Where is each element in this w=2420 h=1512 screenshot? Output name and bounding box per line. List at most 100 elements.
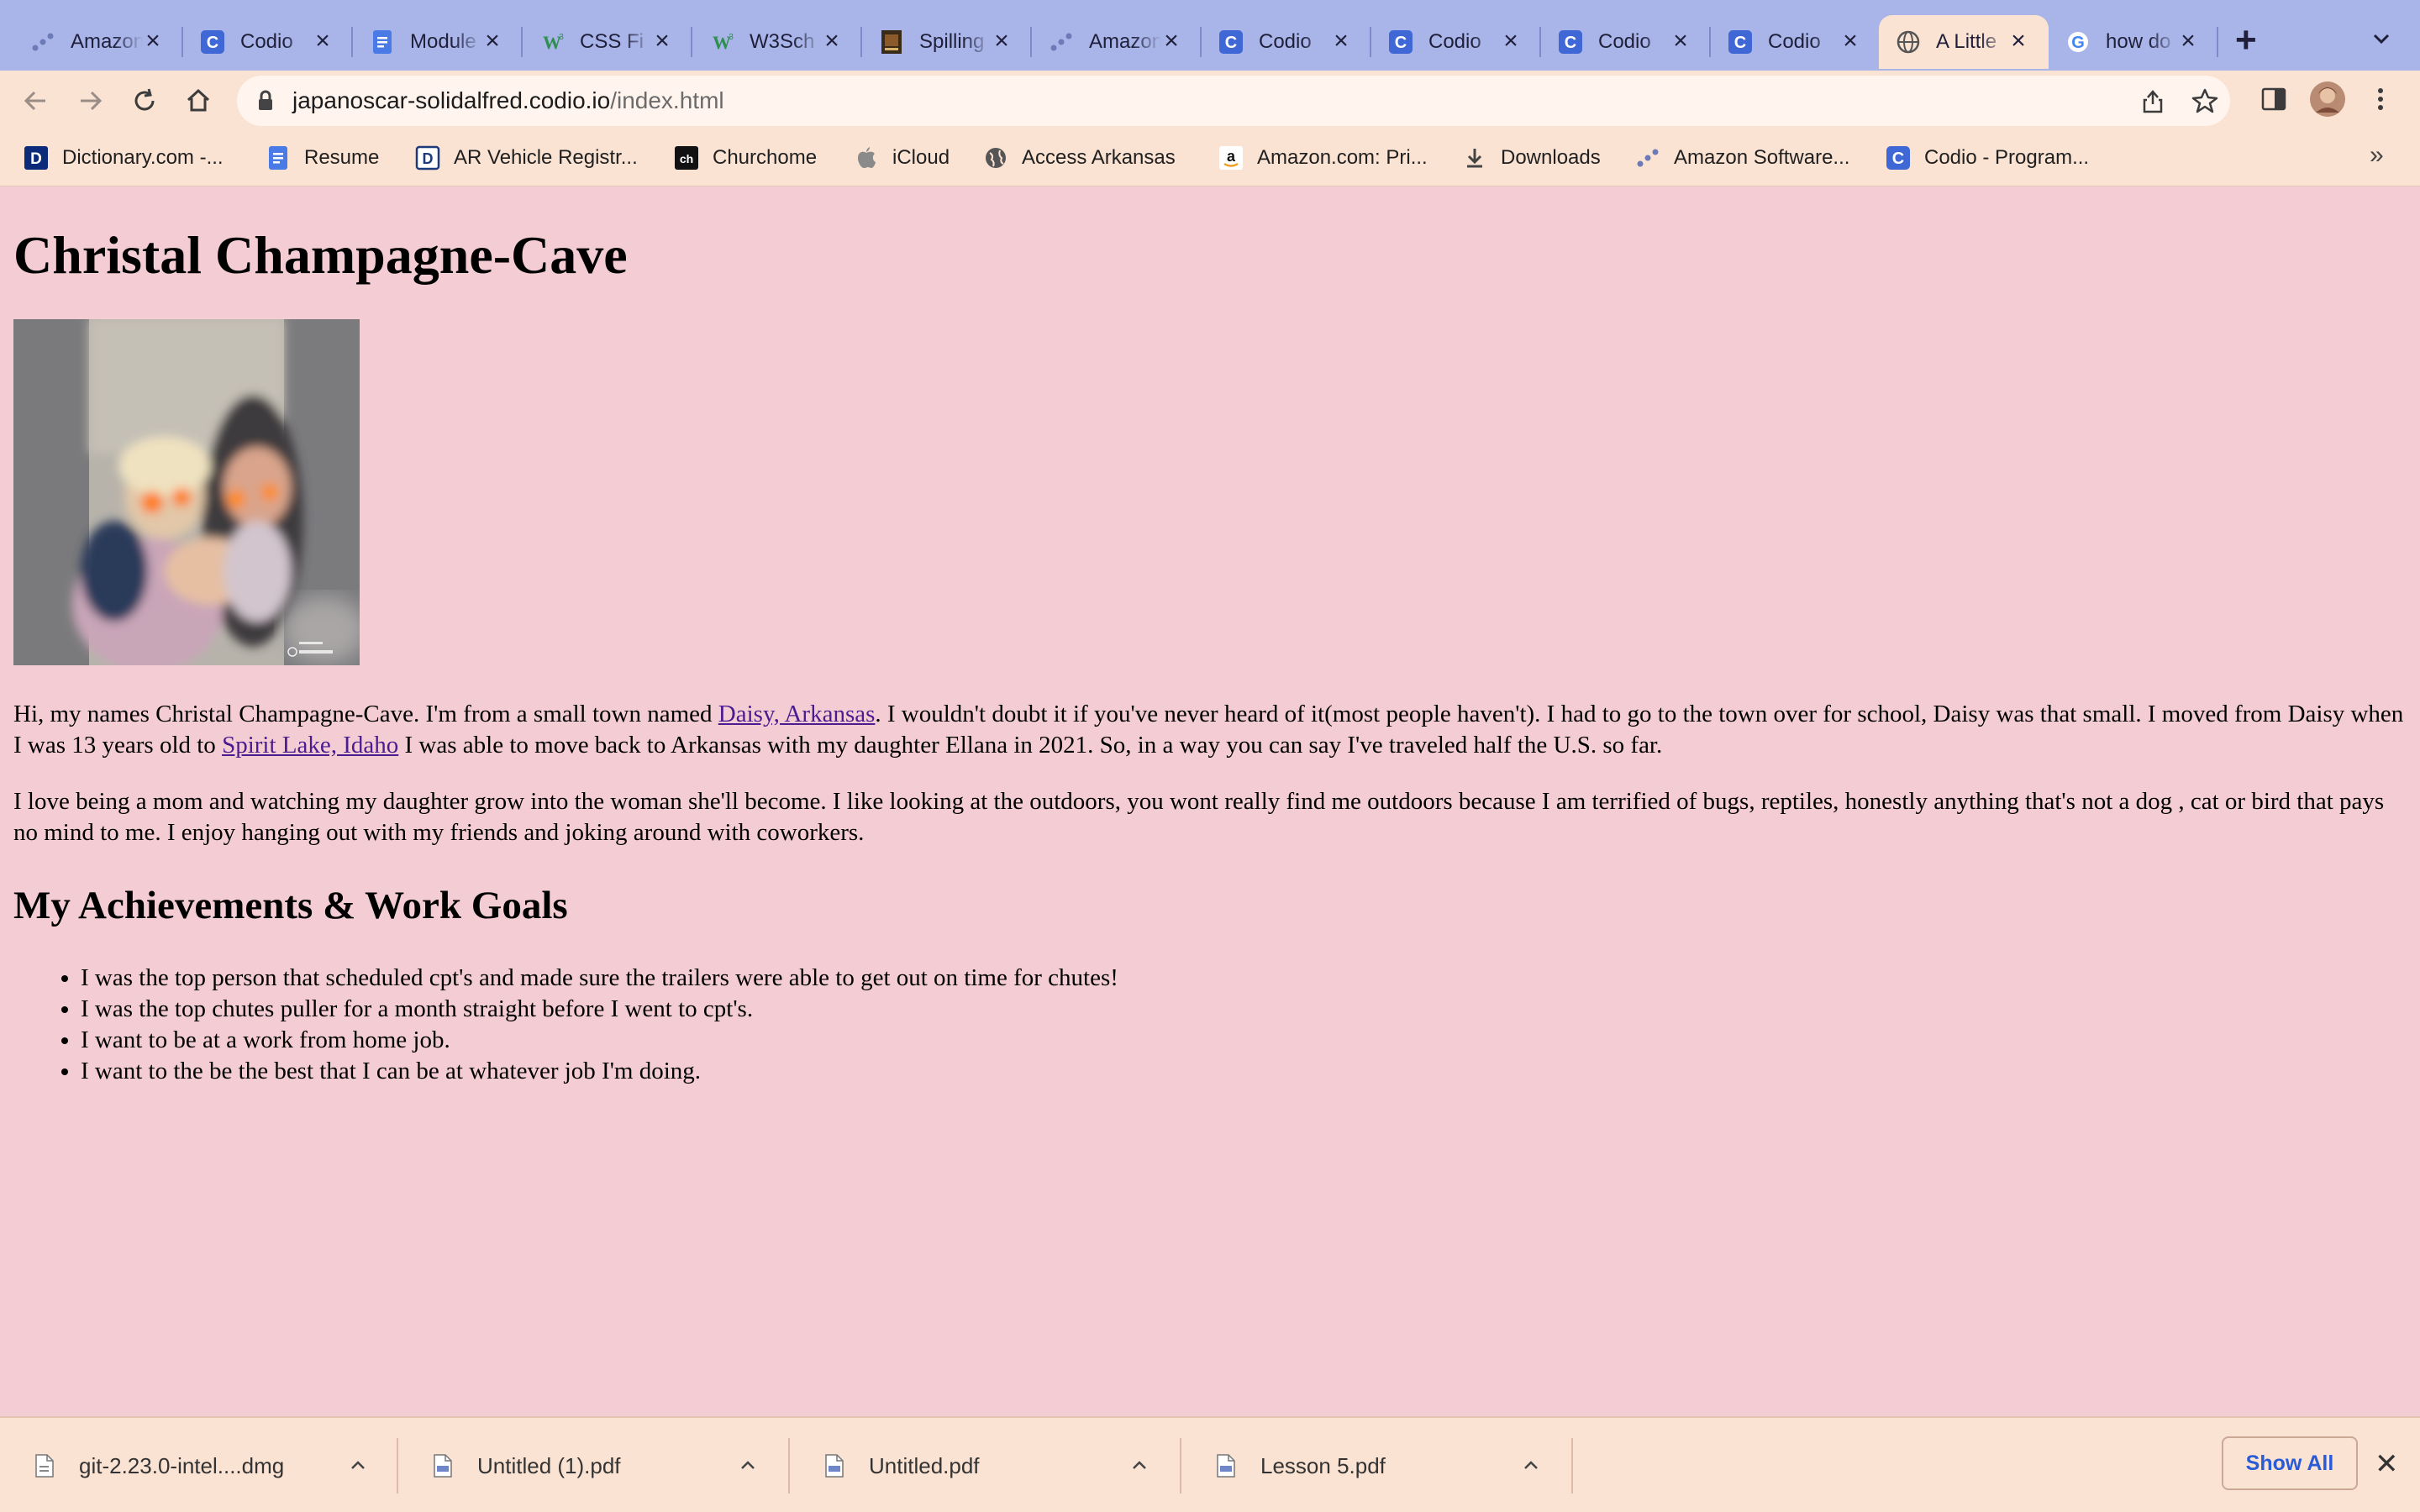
svg-text:3: 3 — [729, 33, 734, 42]
profile-avatar[interactable] — [2309, 81, 2346, 122]
bookmark-label: Churchome — [713, 146, 818, 169]
bookmark-churchome[interactable]: ch Churchome — [674, 143, 817, 173]
pdf-file-icon — [1217, 1454, 1235, 1478]
tab-codio-1[interactable]: C Codio × — [183, 15, 353, 69]
pdf-file-icon — [825, 1454, 844, 1478]
tab-close-icon[interactable]: × — [2176, 29, 2200, 54]
tab-close-icon[interactable]: × — [311, 29, 334, 54]
bookmark-amazon-software[interactable]: Amazon Software... — [1635, 143, 1849, 173]
bookmarks-bar: D Dictionary.com -... Resume D AR Vehicl… — [0, 131, 2420, 186]
tab-search-chevron-icon[interactable] — [2371, 29, 2391, 49]
bookmark-downloads[interactable]: Downloads — [1462, 143, 1601, 173]
download-item-git[interactable]: git-2.23.0-intel....dmg — [0, 1438, 398, 1494]
tab-close-icon[interactable]: × — [1669, 29, 1692, 54]
reload-icon[interactable] — [126, 82, 163, 119]
tab-close-icon[interactable]: × — [1499, 29, 1523, 54]
list-item: I want to be at a work from home job. — [81, 1025, 2407, 1056]
bookmarks-overflow-chevron-icon[interactable]: » — [2370, 141, 2384, 170]
google-docs-icon — [266, 145, 291, 171]
daisy-arkansas-link[interactable]: Daisy, Arkansas — [718, 701, 876, 727]
amazon-dots-icon — [1635, 145, 1660, 171]
bookmark-amazon-prime[interactable]: a Amazon.com: Pri... — [1218, 143, 1428, 173]
download-item-lesson-5[interactable]: Lesson 5.pdf — [1181, 1438, 1573, 1494]
bookmark-access-arkansas[interactable]: Access Arkansas — [983, 143, 1176, 173]
download-item-untitled-1[interactable]: Untitled (1).pdf — [398, 1438, 790, 1494]
svg-text:C: C — [207, 34, 218, 52]
share-icon[interactable] — [2139, 87, 2166, 114]
tab-spilling[interactable]: Spilling × — [862, 15, 1032, 69]
chevron-up-icon[interactable] — [1521, 1455, 1541, 1475]
bookmark-star-icon[interactable] — [2191, 87, 2218, 114]
tab-title: Spilling — [919, 30, 985, 53]
bookmark-icloud[interactable]: iCloud — [854, 143, 950, 173]
book-cover-icon — [879, 29, 904, 55]
codio-icon: C — [1388, 29, 1413, 55]
tab-module[interactable]: Module × — [353, 15, 523, 69]
goals-list: I was the top person that scheduled cpt'… — [13, 963, 2407, 1087]
forward-arrow-icon[interactable] — [72, 82, 109, 119]
codio-icon: C — [1558, 29, 1583, 55]
tab-codio-5[interactable]: C Codio × — [1711, 15, 1881, 69]
w3schools-icon: W3 — [539, 29, 565, 55]
bookmark-dictionary[interactable]: D Dictionary.com -... — [24, 143, 224, 173]
url-text[interactable]: japanoscar-solidalfred.codio.io/index.ht… — [292, 87, 724, 114]
tab-close-icon[interactable]: × — [1329, 29, 1353, 54]
svg-text:C: C — [1395, 34, 1407, 52]
show-all-downloads-button[interactable]: Show All — [2222, 1436, 2358, 1490]
tab-close-icon[interactable]: × — [820, 29, 844, 54]
bookmark-ar-vehicle[interactable]: D AR Vehicle Registr... — [415, 143, 638, 173]
svg-text:D: D — [423, 150, 434, 167]
tab-close-icon[interactable]: × — [141, 29, 165, 54]
browser-menu-icon[interactable] — [2375, 86, 2386, 117]
svg-text:3: 3 — [559, 33, 564, 42]
bookmark-codio[interactable]: C Codio - Program... — [1886, 143, 2089, 173]
download-filename: Untitled (1).pdf — [477, 1452, 621, 1478]
tab-w3schools[interactable]: W3 W3Sch × — [692, 15, 862, 69]
side-panel-icon[interactable] — [2260, 86, 2287, 117]
file-icon — [35, 1454, 54, 1478]
tab-css[interactable]: W3 CSS Fi × — [523, 15, 692, 69]
home-icon[interactable] — [180, 82, 217, 119]
spirit-lake-idaho-link[interactable]: Spirit Lake, Idaho — [222, 732, 398, 759]
tab-close-icon[interactable]: × — [481, 29, 504, 54]
tab-close-icon[interactable]: × — [2007, 29, 2030, 54]
url-host: japanoscar-solidalfred.codio.io — [292, 87, 611, 113]
tab-a-little-active[interactable]: A Little × — [1879, 15, 2049, 69]
tab-codio-3[interactable]: C Codio × — [1371, 15, 1541, 69]
intro-text-start: Hi, my names Christal Champagne-Cave. I'… — [13, 701, 718, 727]
google-icon: G — [2065, 29, 2091, 55]
back-arrow-icon[interactable] — [17, 82, 54, 119]
tab-title: Codio — [240, 30, 293, 53]
tab-google-search[interactable]: G how do × — [2049, 15, 2218, 69]
download-filename: Lesson 5.pdf — [1260, 1452, 1386, 1478]
list-item: I was the top person that scheduled cpt'… — [81, 963, 2407, 994]
bookmark-label: Codio - Program... — [1924, 146, 2090, 169]
tab-codio-4[interactable]: C Codio × — [1541, 15, 1711, 69]
lock-icon[interactable] — [257, 90, 274, 116]
chevron-up-icon[interactable] — [1129, 1455, 1150, 1475]
tab-close-icon[interactable]: × — [1160, 29, 1183, 54]
new-tab-button[interactable]: + — [2235, 22, 2257, 59]
bookmark-resume[interactable]: Resume — [266, 143, 379, 173]
url-path: /index.html — [610, 87, 724, 113]
chevron-up-icon[interactable] — [738, 1455, 758, 1475]
close-icon[interactable]: ✕ — [2375, 1450, 2399, 1478]
profile-photo — [13, 319, 360, 665]
tab-close-icon[interactable]: × — [1839, 29, 1862, 54]
intro-text-end: I was able to move back to Arkansas with… — [398, 732, 1663, 759]
ar-vehicle-icon: D — [415, 145, 440, 171]
intro-paragraph: Hi, my names Christal Champagne-Cave. I'… — [13, 699, 2407, 761]
list-item: I want to the be the best that I can be … — [81, 1056, 2407, 1087]
address-bar[interactable]: japanoscar-solidalfred.codio.io/index.ht… — [237, 76, 2230, 126]
download-item-untitled[interactable]: Untitled.pdf — [790, 1438, 1181, 1494]
bookmark-label: Amazon Software... — [1674, 146, 1850, 169]
tab-close-icon[interactable]: × — [650, 29, 674, 54]
chevron-up-icon[interactable] — [348, 1455, 368, 1475]
tab-amazon-software[interactable]: Amazon Software Developer × — [13, 15, 183, 69]
globe-icon — [1896, 29, 1921, 55]
codio-icon: C — [200, 29, 225, 55]
tab-codio-2[interactable]: C Codio × — [1202, 15, 1371, 69]
tab-close-icon[interactable]: × — [990, 29, 1013, 54]
amazon-dots-icon — [30, 29, 55, 55]
tab-amazon[interactable]: Amazon × — [1032, 15, 1202, 69]
